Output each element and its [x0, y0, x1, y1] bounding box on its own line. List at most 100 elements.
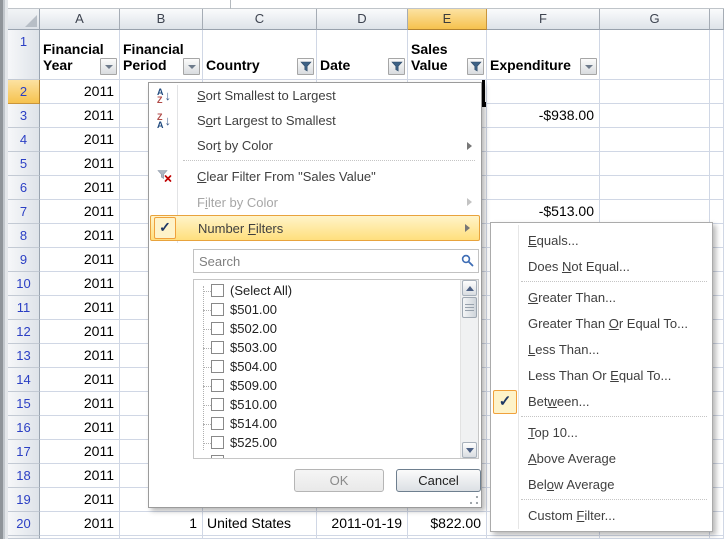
checkbox[interactable] — [211, 398, 224, 411]
checkbox[interactable] — [211, 455, 224, 459]
row-header-10[interactable]: 10 — [8, 272, 40, 296]
cell-G2[interactable] — [600, 80, 710, 104]
cell-C20[interactable]: United States — [203, 512, 317, 536]
cell-partial7[interactable] — [710, 200, 724, 224]
checkbox[interactable] — [211, 436, 224, 449]
cell-F4[interactable] — [487, 128, 600, 152]
scroll-up-button[interactable] — [462, 280, 477, 296]
cell-A11[interactable]: 2011 — [40, 296, 120, 320]
cell-partial3[interactable] — [710, 104, 724, 128]
column-header-C[interactable]: C — [203, 9, 317, 30]
menu-item-filter-by-color[interactable]: Filter by Color — [149, 189, 481, 215]
cell-A2[interactable]: 2011 — [40, 80, 120, 104]
cell-A12[interactable]: 2011 — [40, 320, 120, 344]
row-header-6[interactable]: 6 — [8, 176, 40, 200]
ok-button[interactable]: OK — [294, 469, 384, 492]
row-header-20[interactable]: 20 — [8, 512, 40, 536]
row-header-3[interactable]: 3 — [8, 104, 40, 128]
cell-A10[interactable]: 2011 — [40, 272, 120, 296]
cell-partial4[interactable] — [710, 128, 724, 152]
row-header-12[interactable]: 12 — [8, 320, 40, 344]
scrollbar-thumb[interactable] — [462, 297, 477, 318]
cell-D20[interactable]: 2011-01-19 — [317, 512, 408, 536]
cell-G4[interactable] — [600, 128, 710, 152]
filter-button-A[interactable] — [100, 58, 117, 75]
submenu-item-greater-than[interactable]: Greater Than... — [491, 284, 712, 310]
column-header-F[interactable]: F — [487, 9, 600, 30]
filter-value-item[interactable]: $502.00 — [194, 320, 478, 339]
column-header-E[interactable]: E — [408, 9, 487, 30]
submenu-item-top-10[interactable]: Top 10... — [491, 419, 712, 445]
cell-A19[interactable]: 2011 — [40, 488, 120, 512]
row-header-8[interactable]: 8 — [8, 224, 40, 248]
submenu-item-between[interactable]: ✓Between... — [491, 388, 712, 414]
select-all-corner[interactable] — [8, 9, 40, 30]
cell-A13[interactable]: 2011 — [40, 344, 120, 368]
cell-D1[interactable]: Date — [317, 30, 408, 80]
cell-A17[interactable]: 2011 — [40, 440, 120, 464]
cell-G5[interactable] — [600, 152, 710, 176]
filter-value-item[interactable]: $504.00 — [194, 358, 478, 377]
cell-partial5[interactable] — [710, 152, 724, 176]
row-header-18[interactable]: 18 — [8, 464, 40, 488]
row-header-9[interactable]: 9 — [8, 248, 40, 272]
column-header-D[interactable]: D — [317, 9, 408, 30]
scroll-down-button[interactable] — [462, 442, 477, 458]
menu-item-sort-largest-to-smallest[interactable]: ZA↓Sort Largest to Smallest — [149, 108, 481, 133]
row-header-14[interactable]: 14 — [8, 368, 40, 392]
checkbox[interactable] — [211, 303, 224, 316]
cell-B20[interactable]: 1 — [120, 512, 203, 536]
cell-F2[interactable] — [487, 80, 600, 104]
row-header-16[interactable]: 16 — [8, 416, 40, 440]
checkbox[interactable] — [211, 284, 224, 297]
cell-E1[interactable]: Sales Value — [408, 30, 487, 80]
list-scrollbar[interactable] — [460, 280, 478, 458]
menu-item-sort-by-color[interactable]: Sort by Color — [149, 133, 481, 158]
cell-B1[interactable]: Financial Period — [120, 30, 203, 80]
row-header-19[interactable]: 19 — [8, 488, 40, 512]
cell-A15[interactable]: 2011 — [40, 392, 120, 416]
column-header-B[interactable]: B — [120, 9, 203, 30]
filter-value-item[interactable]: $510.00 — [194, 396, 478, 415]
cell-A16[interactable]: 2011 — [40, 416, 120, 440]
submenu-item-equals[interactable]: Equals... — [491, 227, 712, 253]
filter-button-F[interactable] — [580, 58, 597, 75]
checkbox[interactable] — [211, 341, 224, 354]
cell-E20[interactable]: $822.00 — [408, 512, 487, 536]
checkbox[interactable] — [211, 360, 224, 373]
row-header-5[interactable]: 5 — [8, 152, 40, 176]
submenu-item-below-average[interactable]: Below Average — [491, 471, 712, 497]
row-header-4[interactable]: 4 — [8, 128, 40, 152]
cell-partial2[interactable] — [710, 80, 724, 104]
filter-value-item[interactable]: $525.00 — [194, 434, 478, 453]
search-input[interactable] — [193, 249, 479, 273]
cell-partial1[interactable] — [710, 30, 724, 80]
menu-item-sort-smallest-to-largest[interactable]: AZ↓Sort Smallest to Largest — [149, 83, 481, 108]
row-header-15[interactable]: 15 — [8, 392, 40, 416]
cell-A1[interactable]: Financial Year — [40, 30, 120, 80]
filter-value-item[interactable]: $501.00 — [194, 301, 478, 320]
cell-A3[interactable]: 2011 — [40, 104, 120, 128]
row-header-2[interactable]: 2 — [8, 80, 40, 104]
cell-A5[interactable]: 2011 — [40, 152, 120, 176]
checkbox[interactable] — [211, 379, 224, 392]
checkbox[interactable] — [211, 322, 224, 335]
column-header-A[interactable]: A — [40, 9, 120, 30]
submenu-item-less-than[interactable]: Less Than... — [491, 336, 712, 362]
cell-F1[interactable]: Expenditure — [487, 30, 600, 80]
cell-partial6[interactable] — [710, 176, 724, 200]
cell-A7[interactable]: 2011 — [40, 200, 120, 224]
row-header-11[interactable]: 11 — [8, 296, 40, 320]
filter-button-D[interactable] — [388, 58, 405, 75]
row-header-1[interactable]: 1 — [8, 30, 40, 80]
cell-A6[interactable]: 2011 — [40, 176, 120, 200]
checkbox[interactable] — [211, 417, 224, 430]
row-header-7[interactable]: 7 — [8, 200, 40, 224]
submenu-item-above-average[interactable]: Above Average — [491, 445, 712, 471]
cell-F5[interactable] — [487, 152, 600, 176]
cell-G6[interactable] — [600, 176, 710, 200]
filter-value-item[interactable]: $514.00 — [194, 415, 478, 434]
filter-button-B[interactable] — [183, 58, 200, 75]
cancel-button[interactable]: Cancel — [396, 469, 481, 492]
cell-A14[interactable]: 2011 — [40, 368, 120, 392]
